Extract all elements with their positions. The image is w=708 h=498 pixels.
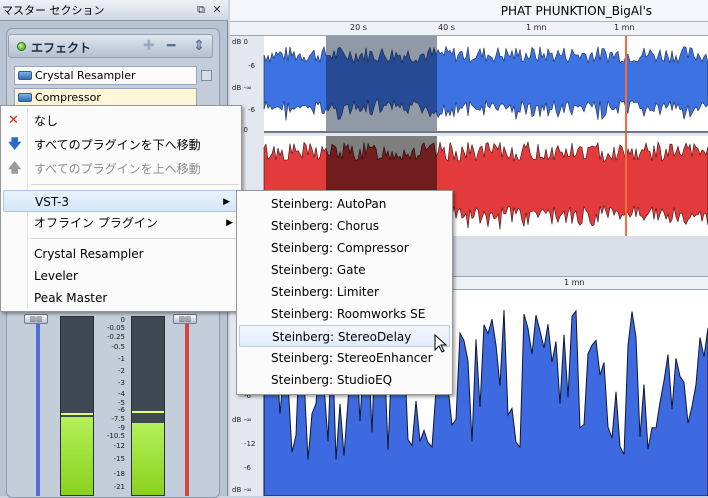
ruler-tick-label: 1 mn	[564, 278, 585, 287]
menu-item-label: なし	[34, 114, 59, 128]
left-fader-track[interactable]	[36, 318, 40, 496]
submenu-item-chorus[interactable]: Steinberg: Chorus	[237, 215, 452, 237]
submenu-item-label: Steinberg: Gate	[271, 263, 366, 277]
master-section-title: マスター セクション	[2, 4, 105, 17]
plugin-slot-label: Compressor	[35, 91, 101, 104]
menu-item-label: VST-3	[35, 195, 70, 209]
master-section-titlebar: マスター セクション ⧉ ✕	[0, 0, 228, 21]
effects-label: エフェクト	[31, 41, 92, 55]
plugin-bypass-checkbox[interactable]	[201, 70, 212, 81]
menu-item-label: すべてのプラグインを上へ移動	[34, 162, 201, 176]
menu-item-label: Leveler	[34, 269, 78, 283]
arrow-up-icon: 🡅	[8, 161, 22, 176]
meter-scale-tick: -18	[113, 470, 125, 478]
submenu-item-gate[interactable]: Steinberg: Gate	[237, 259, 452, 281]
submenu-item-label: Steinberg: Limiter	[271, 285, 379, 299]
submenu-item-label: Steinberg: Compressor	[271, 241, 409, 255]
meter-scale-tick: -6	[118, 406, 125, 414]
db-axis-label: dB -∞	[232, 486, 252, 494]
time-ruler-overview[interactable]: 20 s 40 s 1 mn 1 mn	[230, 22, 708, 36]
meter-scale: 0 -0.05 -0.25 -0.5 -1 -2 -3 -4 -5 -6 -7.…	[97, 313, 129, 496]
vst3-submenu: Steinberg: AutoPan Steinberg: Chorus Ste…	[236, 190, 453, 395]
effects-header[interactable]: エフェクト ✚ ━ ⇕	[8, 34, 213, 58]
submenu-item-label: Steinberg: Chorus	[271, 219, 379, 233]
db-axis-label: dB -∞	[232, 84, 252, 92]
plugin-slot-1[interactable]: Crystal Resampler	[14, 66, 197, 85]
db-axis-label: -6	[248, 106, 255, 114]
reorder-icon[interactable]: ⇕	[193, 38, 205, 54]
db-axis-label: dB 0	[232, 38, 248, 46]
submenu-item-roomworks-se[interactable]: Steinberg: Roomworks SE	[237, 303, 452, 325]
meter-scale-tick: -1	[118, 355, 125, 363]
submenu-item-stereoenhancer[interactable]: Steinberg: StereoEnhancer	[237, 347, 452, 369]
menu-item-label: すべてのプラグインを下へ移動	[34, 138, 201, 152]
ruler-tick-label: 20 s	[350, 23, 367, 32]
meter-scale-tick: 0	[120, 316, 125, 324]
menu-item-none[interactable]: ✕ なし	[1, 110, 241, 132]
submenu-item-stereodelay[interactable]: Steinberg: StereoDelay	[239, 325, 450, 347]
menu-item-move-all-down[interactable]: 🡇 すべてのプラグインを下へ移動	[1, 134, 241, 156]
menu-item-vst3[interactable]: VST-3 ▶	[3, 190, 239, 212]
plugin-icon	[18, 71, 32, 80]
submenu-arrow-icon: ▶	[226, 218, 233, 228]
plugin-icon	[18, 93, 32, 102]
meter-scale-tick: -12	[113, 442, 125, 450]
menu-item-label: Crystal Resampler	[34, 247, 144, 261]
add-plugin-icon[interactable]: ✚	[143, 38, 155, 54]
close-icon[interactable]: ✕	[210, 3, 224, 17]
meter-scale-tick: -21	[113, 483, 125, 491]
db-axis-label: dB -∞	[232, 416, 252, 424]
submenu-item-label: Steinberg: StudioEQ	[271, 373, 393, 387]
meter-scale-tick: -10.5	[106, 432, 125, 440]
ruler-tick-label: 40 s	[438, 23, 455, 32]
submenu-item-label: Steinberg: AutoPan	[271, 197, 387, 211]
meter-scale-tick: -0.25	[106, 333, 125, 341]
submenu-item-limiter[interactable]: Steinberg: Limiter	[237, 281, 452, 303]
left-fader-handle[interactable]: ▥▥	[24, 314, 48, 324]
submenu-item-studioeq[interactable]: Steinberg: StudioEQ	[237, 369, 452, 391]
menu-item-crystal-resampler[interactable]: Crystal Resampler	[1, 243, 241, 265]
right-level-meter	[131, 316, 165, 496]
menu-item-leveler[interactable]: Leveler	[1, 265, 241, 287]
db-axis-label: -6	[244, 464, 251, 472]
arrow-down-icon: 🡇	[8, 137, 22, 152]
close-icon: ✕	[8, 113, 19, 128]
ruler-tick-label: 1 mn	[526, 23, 547, 32]
submenu-item-label: Steinberg: Roomworks SE	[271, 307, 426, 321]
meter-scale-tick: -9	[118, 424, 125, 432]
meter-scale-tick: -0.5	[111, 343, 125, 351]
submenu-item-compressor[interactable]: Steinberg: Compressor	[237, 237, 452, 259]
meter-scale-tick: -2	[118, 367, 125, 375]
meter-scale-tick: -15	[113, 455, 125, 463]
plugin-slot-label: Crystal Resampler	[35, 69, 136, 82]
float-window-icon[interactable]: ⧉	[194, 3, 208, 17]
submenu-arrow-icon: ▶	[223, 197, 230, 207]
meter-scale-tick: -0.05	[106, 324, 125, 332]
right-fader-track[interactable]	[185, 318, 189, 496]
meter-scale-tick: -3	[118, 379, 125, 387]
left-level-meter	[60, 316, 94, 496]
effects-enable-icon[interactable]	[17, 42, 26, 51]
menu-item-label: オフライン プラグイン	[34, 216, 158, 230]
waveform-title: PHAT PHUNKTION_BigAl's	[230, 0, 708, 22]
submenu-item-autopan[interactable]: Steinberg: AutoPan	[237, 193, 452, 215]
right-fader-handle[interactable]: ▥▥	[173, 314, 197, 324]
menu-item-move-all-up[interactable]: 🡅 すべてのプラグインを上へ移動	[1, 158, 241, 180]
submenu-item-label: Steinberg: StereoDelay	[272, 330, 412, 344]
ruler-tick-label: 1 mn	[614, 23, 635, 32]
menu-item-label: Peak Master	[34, 291, 108, 305]
menu-item-peak-master[interactable]: Peak Master	[1, 287, 241, 309]
meter-scale-tick: -7.5	[111, 415, 125, 423]
mouse-cursor-icon	[434, 334, 448, 353]
db-axis-label: -12	[244, 440, 256, 448]
meter-scale-tick: -4	[118, 390, 125, 398]
plugin-context-menu: ✕ なし 🡇 すべてのプラグインを下へ移動 🡅 すべてのプラグインを上へ移動 V…	[0, 105, 242, 312]
submenu-item-label: Steinberg: StereoEnhancer	[271, 351, 433, 365]
remove-plugin-icon[interactable]: ━	[167, 38, 175, 54]
menu-item-offline-plugins[interactable]: オフライン プラグイン ▶	[1, 212, 241, 234]
db-axis-label: -6	[248, 62, 255, 70]
